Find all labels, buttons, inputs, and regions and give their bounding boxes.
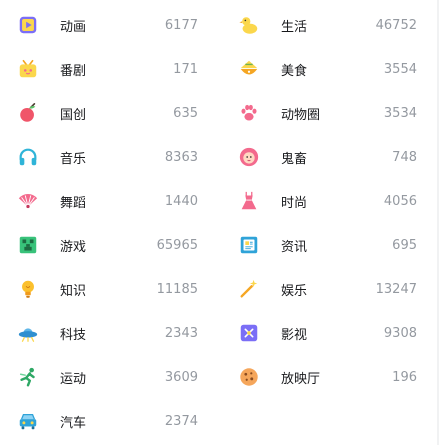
zone-label: 资讯	[281, 239, 308, 255]
zone-label: 国创	[60, 107, 87, 123]
zone-label: 游戏	[60, 239, 87, 255]
zone-label: 动物圈	[281, 107, 321, 123]
zone-count: 196	[392, 369, 417, 385]
zone-item-ent[interactable]: 娱乐 13247	[237, 267, 417, 311]
zone-item-kichiku[interactable]: 鬼畜 748	[237, 135, 417, 179]
zone-count: 2374	[164, 413, 198, 429]
food-icon	[237, 57, 261, 81]
zone-label: 鬼畜	[281, 151, 308, 167]
zone-item-life[interactable]: 生活 46752	[237, 3, 417, 47]
zone-count: 6177	[164, 17, 198, 33]
chinese-anime-icon	[16, 101, 40, 125]
zone-count: 3609	[164, 369, 198, 385]
lightbulb-icon	[16, 277, 40, 301]
zone-label: 番剧	[60, 63, 87, 79]
zone-count: 4056	[383, 193, 417, 209]
zone-item-fashion[interactable]: 时尚 4056	[237, 179, 417, 223]
running-icon	[16, 365, 40, 389]
dress-icon	[237, 189, 261, 213]
zone-item-knowledge[interactable]: 知识 11185	[16, 267, 198, 311]
zone-label: 美食	[281, 63, 308, 79]
zone-label: 汽车	[60, 415, 87, 431]
cookie-icon	[237, 365, 261, 389]
zone-label: 科技	[60, 327, 87, 343]
zone-column-left: 动画 6177 番剧 171 国创 635 音乐 8363 舞蹈 1440 游戏…	[16, 3, 198, 443]
zone-label: 生活	[281, 19, 308, 35]
zone-item-cinephile[interactable]: 影视 9308	[237, 311, 417, 355]
zone-item-game[interactable]: 游戏 65965	[16, 223, 198, 267]
zone-item-tech[interactable]: 科技 2343	[16, 311, 198, 355]
zone-label: 舞蹈	[60, 195, 87, 211]
news-icon	[237, 233, 261, 257]
zone-column-right: 生活 46752 美食 3554 动物圈 3534 鬼畜 748 时尚 4056…	[237, 3, 417, 399]
anime-icon	[16, 13, 40, 37]
zone-count: 8363	[164, 149, 198, 165]
zone-count: 3534	[383, 105, 417, 121]
zone-item-dance[interactable]: 舞蹈 1440	[16, 179, 198, 223]
zone-item-music[interactable]: 音乐 8363	[16, 135, 198, 179]
fan-icon	[16, 189, 40, 213]
zone-item-food[interactable]: 美食 3554	[237, 47, 417, 91]
zone-count: 46752	[375, 17, 417, 33]
lion-face-icon	[237, 145, 261, 169]
magic-wand-icon	[237, 277, 261, 301]
zone-item-guochuang[interactable]: 国创 635	[16, 91, 198, 135]
film-icon	[237, 321, 261, 345]
car-icon	[16, 409, 40, 433]
zone-count: 1440	[164, 193, 198, 209]
paw-icon	[237, 101, 261, 125]
zone-item-cinema[interactable]: 放映厅 196	[237, 355, 417, 399]
zone-label: 时尚	[281, 195, 308, 211]
zone-count: 65965	[156, 237, 198, 253]
zone-label: 音乐	[60, 151, 87, 167]
zone-count: 13247	[375, 281, 417, 297]
zone-count: 9308	[383, 325, 417, 341]
zone-count: 11185	[156, 281, 198, 297]
zone-list-panel: 动画 6177 番剧 171 国创 635 音乐 8363 舞蹈 1440 游戏…	[0, 0, 439, 445]
ufo-icon	[16, 321, 40, 345]
zone-label: 动画	[60, 19, 87, 35]
duck-icon	[237, 13, 261, 37]
game-icon	[16, 233, 40, 257]
zone-item-car[interactable]: 汽车 2374	[16, 399, 198, 443]
tv-icon	[16, 57, 40, 81]
zone-item-animal[interactable]: 动物圈 3534	[237, 91, 417, 135]
headphones-icon	[16, 145, 40, 169]
zone-label: 知识	[60, 283, 87, 299]
zone-item-bangumi[interactable]: 番剧 171	[16, 47, 198, 91]
zone-count: 695	[392, 237, 417, 253]
zone-label: 放映厅	[281, 371, 321, 387]
zone-item-sports[interactable]: 运动 3609	[16, 355, 198, 399]
zone-count: 2343	[164, 325, 198, 341]
zone-count: 748	[392, 149, 417, 165]
zone-count: 171	[173, 61, 198, 77]
zone-item-anime[interactable]: 动画 6177	[16, 3, 198, 47]
zone-label: 娱乐	[281, 283, 308, 299]
zone-item-news[interactable]: 资讯 695	[237, 223, 417, 267]
zone-count: 635	[173, 105, 198, 121]
zone-label: 运动	[60, 371, 87, 387]
zone-count: 3554	[383, 61, 417, 77]
zone-label: 影视	[281, 327, 308, 343]
